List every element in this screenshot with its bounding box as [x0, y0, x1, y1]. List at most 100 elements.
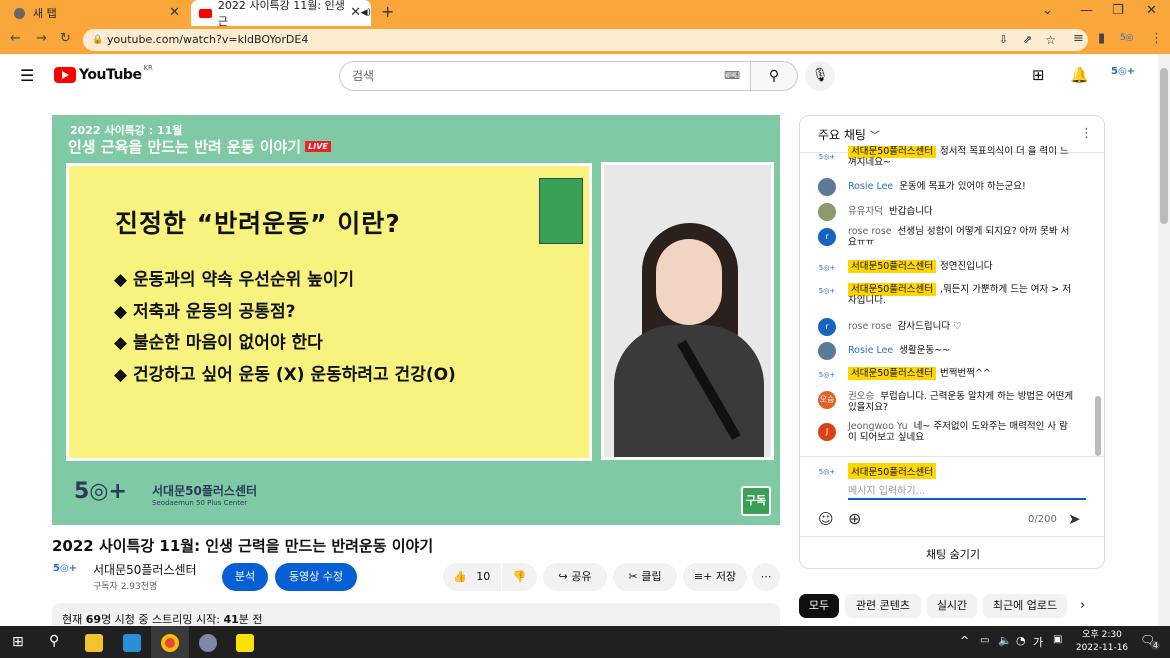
- chip-all[interactable]: 모두: [799, 594, 839, 618]
- dislike-button[interactable]: 👎: [502, 563, 537, 591]
- close-tab-icon[interactable]: ✕: [350, 5, 361, 20]
- chip-recent-uploads[interactable]: 최근에 업로드: [983, 594, 1067, 618]
- author-name[interactable]: Rosie Lee: [848, 181, 893, 192]
- channel-avatar[interactable]: 5◎+: [53, 563, 83, 587]
- thumbs-up-icon: 👍: [453, 570, 467, 583]
- author-name[interactable]: Rosie Lee: [848, 345, 893, 356]
- chip-related[interactable]: 관련 콘텐츠: [845, 594, 921, 618]
- chat-avatar: 5◎+: [818, 153, 836, 161]
- url-field[interactable]: 🔒 youtube.com/watch?v=kldBOYorDE4 ⇩ ⇗ ☆: [83, 29, 1088, 51]
- more-actions-button[interactable]: ⋯: [752, 563, 780, 591]
- hide-chat-button[interactable]: 채팅 숨기기: [800, 546, 1104, 562]
- notifications-bell-icon[interactable]: 🔔: [1070, 66, 1089, 84]
- chat-avatar: 5◎+: [818, 287, 836, 295]
- message-text: 번쩍번쩍^^: [940, 368, 991, 379]
- message-text: 정연진입니다: [940, 261, 993, 272]
- side-panel-icon[interactable]: ▮: [1098, 31, 1105, 46]
- chevron-right-icon[interactable]: ›: [1080, 598, 1085, 613]
- author-badge[interactable]: 서대문50플러스센터: [848, 260, 937, 273]
- browser-tab-strip: 새 탭 ✕ 2022 사이특강 11월: 인생 근 ◀) ✕ + ⌄ — ❐ ✕: [0, 0, 1170, 28]
- account-avatar[interactable]: 5◎+: [1111, 66, 1135, 77]
- bookmark-star-icon[interactable]: ☆: [1045, 29, 1056, 51]
- video-title: 2022 사이특강 11월: 인생 근력을 만드는 반려운동 이야기: [52, 537, 434, 555]
- chat-message-input[interactable]: 메시지 입력하기...: [848, 482, 1086, 500]
- notification-count: 4: [1151, 641, 1161, 650]
- add-icon[interactable]: ⊕: [848, 509, 861, 528]
- live-badge: LIVE: [305, 141, 331, 152]
- chip-live[interactable]: 실시간: [927, 594, 977, 618]
- voice-search-button[interactable]: 🎙: [805, 61, 835, 91]
- profile-avatar[interactable]: 5◎: [1120, 33, 1134, 43]
- send-icon[interactable]: ➤: [1068, 510, 1081, 528]
- message-text: 감사드립니다 ♡: [897, 321, 962, 332]
- youtube-wordmark: YouTube: [79, 67, 142, 83]
- tab-new-tab[interactable]: 새 탭 ✕: [0, 0, 190, 26]
- app-icon[interactable]: [199, 634, 217, 652]
- ime-indicator[interactable]: 가: [1033, 634, 1043, 650]
- edit-video-button[interactable]: 동영상 수정: [275, 563, 357, 591]
- input-author-badge: 서대문50플러스센터: [848, 463, 937, 479]
- address-bar-row: ← → ↻ 🔒 youtube.com/watch?v=kldBOYorDE4 …: [0, 26, 1170, 54]
- minimize-button[interactable]: —: [1080, 3, 1093, 18]
- kakaotalk-icon[interactable]: [236, 634, 254, 652]
- tab-youtube-video[interactable]: 2022 사이특강 11월: 인생 근 ◀) ✕: [191, 0, 371, 28]
- search-icon[interactable]: ⚲: [49, 633, 59, 649]
- save-button[interactable]: ≡+ 저장: [683, 563, 747, 591]
- like-button[interactable]: 👍 10: [443, 563, 501, 591]
- tab-title: 2022 사이특강 11월: 인생 근: [217, 0, 345, 28]
- message-text: 반갑습니다: [888, 206, 933, 217]
- tab-search-icon[interactable]: ⌄: [1042, 3, 1053, 18]
- reload-icon[interactable]: ↻: [60, 31, 71, 46]
- share-icon[interactable]: ⇗: [1023, 29, 1032, 51]
- windows-start-icon[interactable]: ⊞: [12, 634, 24, 650]
- region-code: KR: [143, 64, 153, 72]
- author-name[interactable]: 권오승: [848, 391, 874, 402]
- app-icon[interactable]: [123, 634, 141, 652]
- channel-name[interactable]: 서대문50플러스센터: [93, 561, 197, 578]
- emoji-icon[interactable]: ☺: [818, 510, 834, 528]
- author-name[interactable]: 유유자덕: [848, 206, 883, 217]
- keyboard-icon[interactable]: ▣: [1053, 634, 1062, 645]
- back-icon[interactable]: ←: [10, 31, 21, 46]
- close-tab-icon[interactable]: ✕: [169, 5, 180, 20]
- clock[interactable]: 오후 2:30 2022-11-16: [1072, 629, 1132, 655]
- browser-menu-icon[interactable]: ⋮: [1150, 31, 1163, 46]
- reading-list-icon[interactable]: ≡: [1073, 31, 1084, 46]
- author-name[interactable]: rose rose: [848, 226, 892, 237]
- search-input[interactable]: 검색 ⌨: [339, 61, 751, 91]
- keyboard-icon[interactable]: ⌨: [724, 62, 740, 90]
- chat-avatar: r: [818, 318, 836, 336]
- share-button[interactable]: ↪ 공유: [543, 563, 607, 591]
- new-tab-button[interactable]: +: [381, 2, 394, 21]
- author-name[interactable]: Jeongwoo Yu: [848, 421, 908, 432]
- chat-scrollbar-thumb[interactable]: [1095, 396, 1101, 456]
- maximize-button[interactable]: ❐: [1112, 3, 1124, 18]
- install-app-icon[interactable]: ⇩: [999, 29, 1008, 51]
- youtube-logo[interactable]: YouTube KR: [54, 64, 153, 83]
- message-text: 생활운동~~: [899, 345, 951, 356]
- file-explorer-icon[interactable]: [85, 634, 103, 652]
- subscribe-watermark[interactable]: 구독: [741, 486, 771, 516]
- page-scrollbar[interactable]: [1158, 54, 1170, 626]
- battery-icon[interactable]: ▭: [980, 635, 989, 646]
- tray-chevron-up-icon[interactable]: ^: [960, 634, 969, 647]
- clip-button[interactable]: ✂ 클립: [613, 563, 677, 591]
- slide-title: 진정한 “반려운동” 이란?: [115, 209, 401, 238]
- hamburger-menu-icon[interactable]: ☰: [20, 66, 34, 85]
- chat-header[interactable]: 주요 채팅 ﹀: [818, 126, 880, 143]
- scrollbar-thumb[interactable]: [1160, 68, 1168, 224]
- url-text: youtube.com/watch?v=kldBOYorDE4: [107, 33, 309, 46]
- forward-icon[interactable]: →: [36, 31, 47, 46]
- close-window-button[interactable]: ✕: [1146, 3, 1157, 18]
- analytics-button[interactable]: 분석: [222, 563, 268, 591]
- create-video-icon[interactable]: ⊞: [1032, 66, 1045, 84]
- volume-icon[interactable]: 🔈: [998, 634, 1012, 647]
- author-badge[interactable]: 서대문50플러스센터: [848, 367, 937, 380]
- chat-menu-icon[interactable]: ⋮: [1080, 126, 1093, 141]
- chrome-icon[interactable]: [161, 634, 179, 652]
- author-name[interactable]: rose rose: [848, 321, 892, 332]
- search-button[interactable]: ⚲: [751, 61, 798, 91]
- audio-playing-icon[interactable]: ◀): [361, 8, 371, 18]
- wifi-icon[interactable]: ◔: [1016, 634, 1026, 647]
- windows-taskbar: ⊞ ⚲ ^ ▭ 🔈 ◔ 가 ▣ 오후 2:30 2022-11-16 🗨 4: [0, 626, 1170, 658]
